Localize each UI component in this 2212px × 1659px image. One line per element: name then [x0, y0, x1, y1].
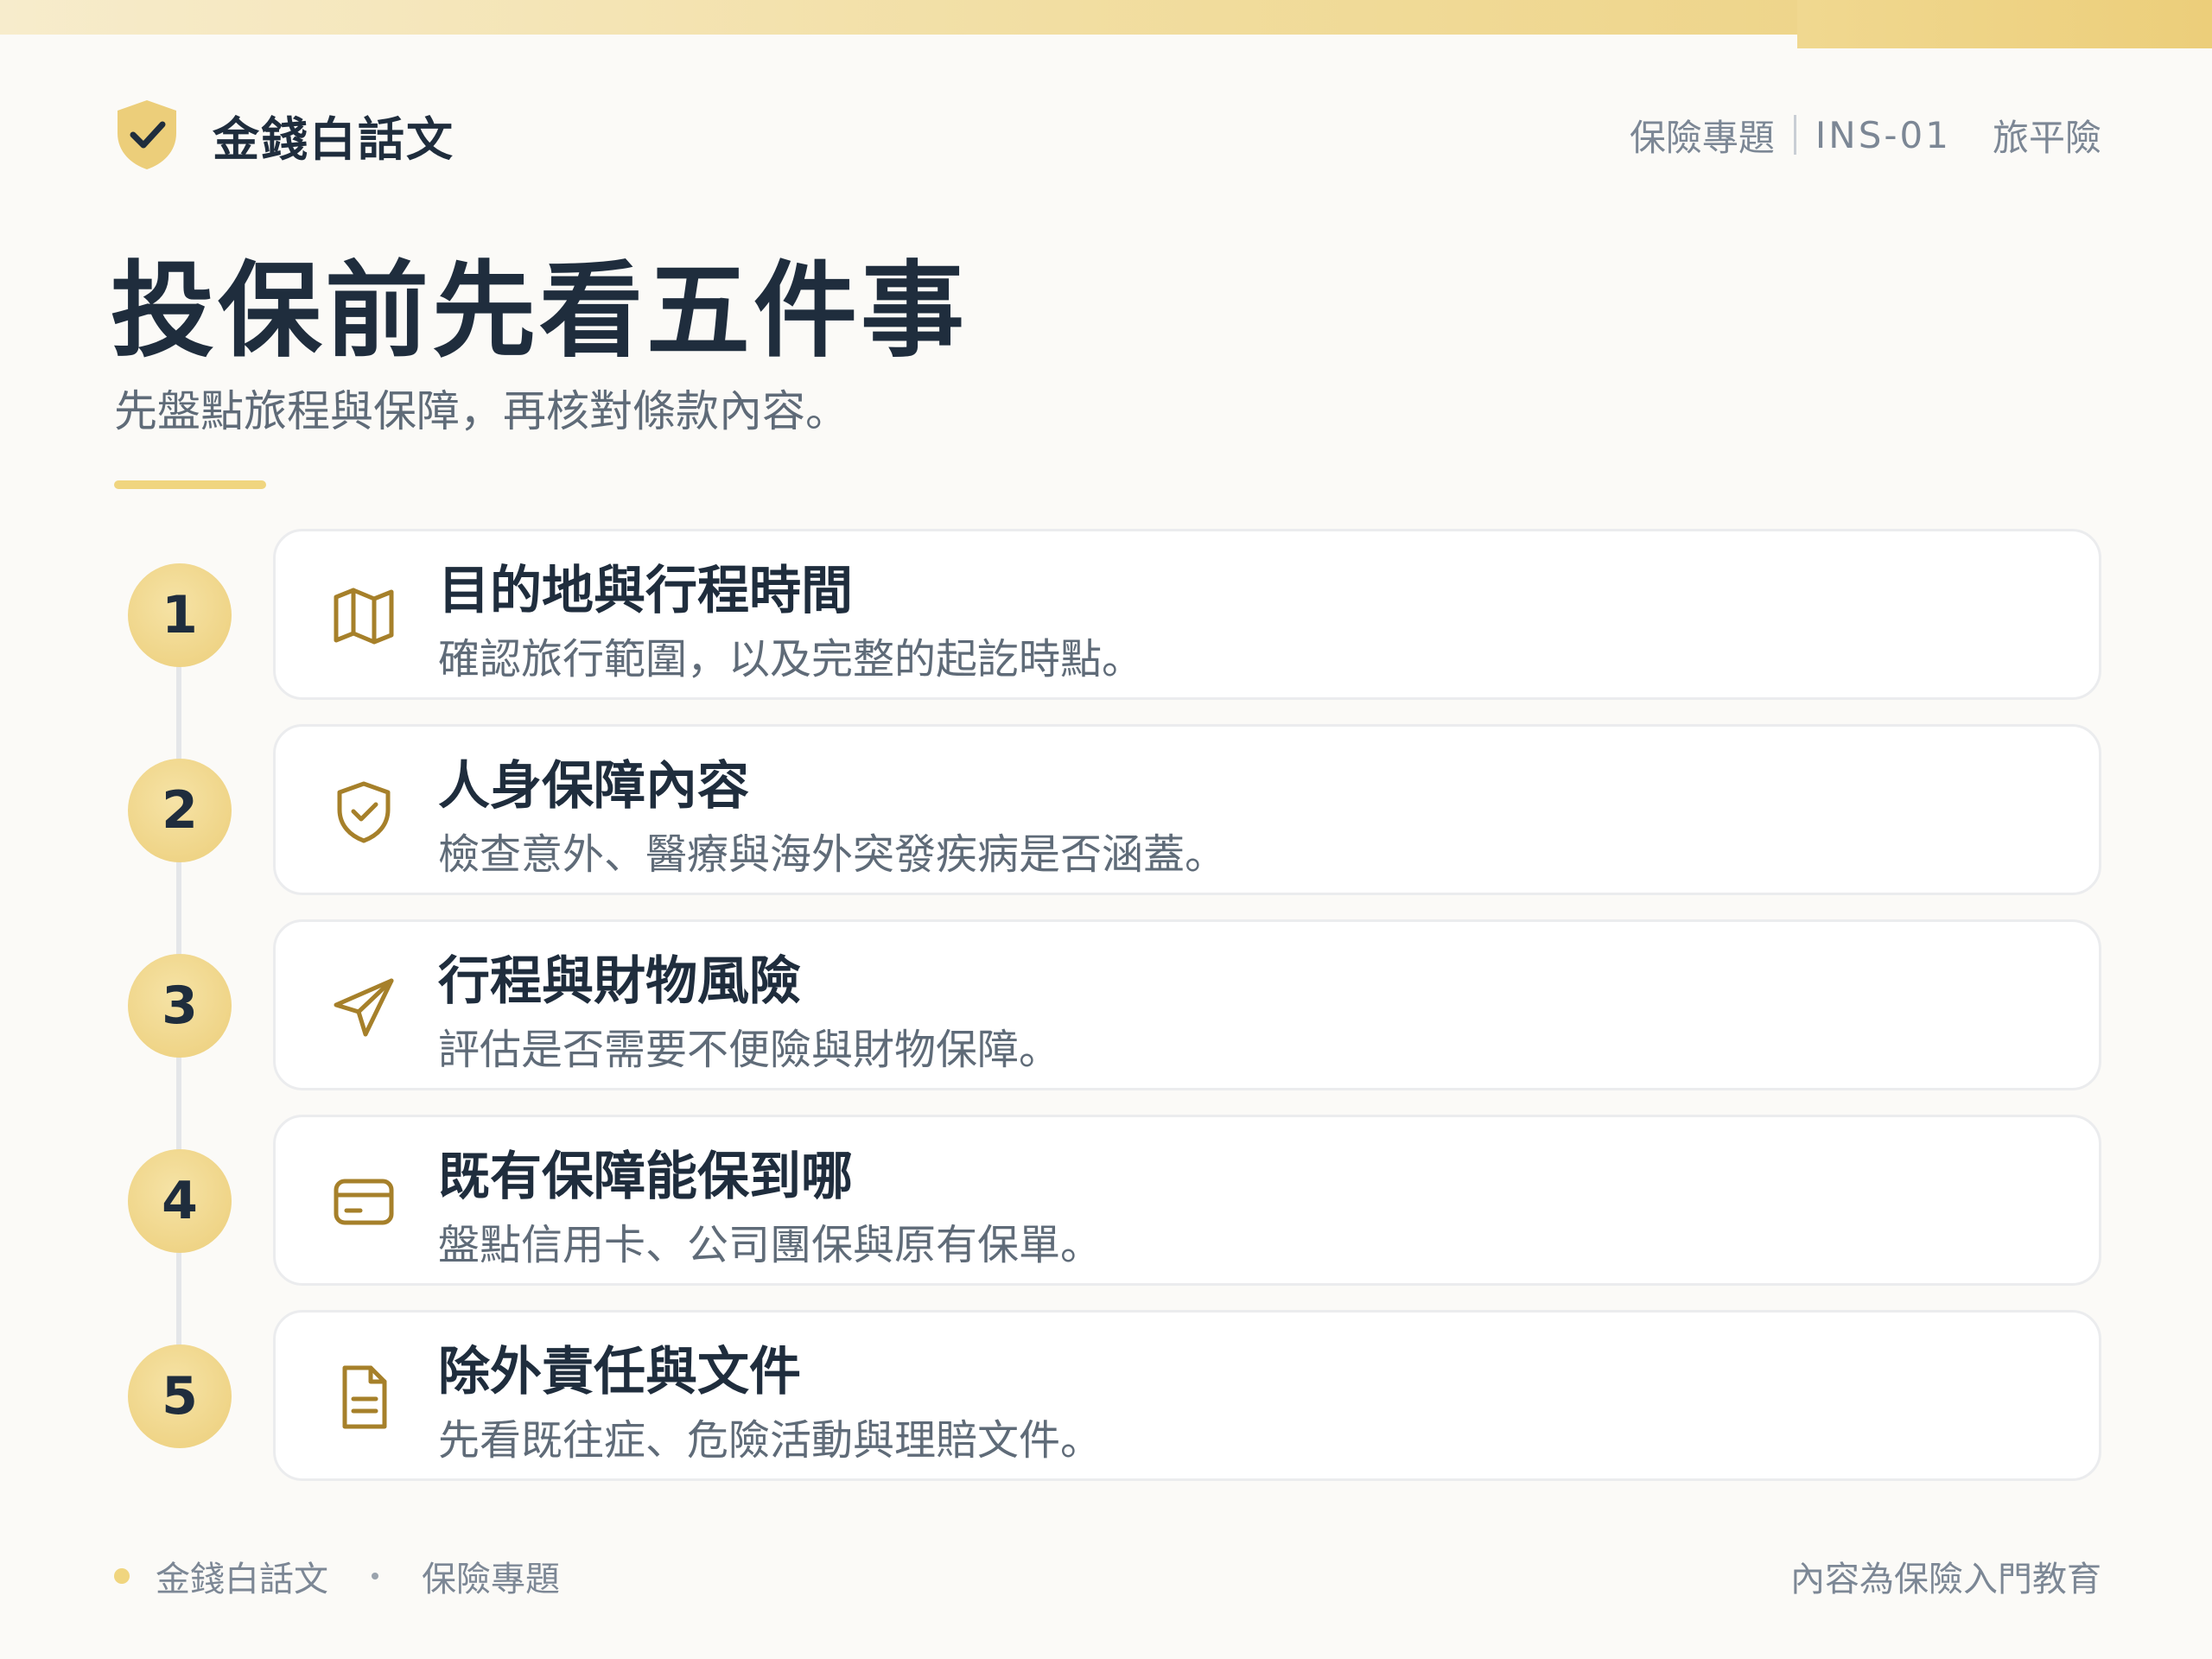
step-number: 5	[128, 1344, 232, 1448]
brand-name: 金錢白話文	[213, 111, 454, 167]
footer: 金錢白話文 保險專題 內容為保險入門教育	[114, 1550, 2101, 1602]
map-icon	[334, 588, 394, 645]
step-title: 除外責任與文件	[438, 1342, 801, 1402]
step-card: 行程與財物風險 評估是否需要不便險與財物保障。	[273, 919, 2101, 1090]
brand: 金錢白話文	[114, 99, 454, 171]
footer-brand: 金錢白話文	[156, 1560, 328, 1599]
step-number: 3	[128, 954, 232, 1058]
credit-card-icon	[334, 1179, 394, 1225]
step-title: 目的地與行程時間	[438, 561, 853, 621]
step-description: 先看既往症、危險活動與理賠文件。	[438, 1416, 1103, 1465]
footer-separator	[372, 1573, 378, 1580]
page-title: 投保前先看五件事	[111, 251, 968, 372]
step-number: 2	[128, 759, 232, 862]
step-item: 3 行程與財物風險 評估是否需要不便險與財物保障。	[0, 919, 2212, 1092]
document-icon	[342, 1365, 387, 1429]
meta-code: INS-01	[1815, 113, 1951, 156]
header: 金錢白話文 保險專題 INS-01 旅平險	[114, 93, 2101, 176]
footer-topic: 保險專題	[422, 1560, 560, 1599]
meta-divider	[1793, 115, 1796, 155]
step-card: 目的地與行程時間 確認旅行範圍，以及完整的起訖時點。	[273, 529, 2101, 700]
meta-topic: 保險專題	[1629, 116, 1775, 159]
step-title: 人身保障內容	[438, 756, 749, 817]
step-description: 評估是否需要不便險與財物保障。	[438, 1026, 1061, 1074]
step-card: 既有保障能保到哪 盤點信用卡、公司團保與原有保單。	[273, 1115, 2101, 1286]
step-item: 5 除外責任與文件 先看既往症、危險活動與理賠文件。	[0, 1310, 2212, 1483]
shield-check-icon	[337, 781, 391, 843]
title-divider	[114, 480, 266, 489]
step-item: 4 既有保障能保到哪 盤點信用卡、公司團保與原有保單。	[0, 1115, 2212, 1287]
footer-left: 金錢白話文 保險專題	[114, 1551, 560, 1601]
step-description: 盤點信用卡、公司團保與原有保單。	[438, 1221, 1103, 1269]
meta-type: 旅平險	[1992, 116, 2101, 159]
step-item: 2 人身保障內容 檢查意外、醫療與海外突發疾病是否涵蓋。	[0, 724, 2212, 897]
step-card: 人身保障內容 檢查意外、醫療與海外突發疾病是否涵蓋。	[273, 724, 2101, 895]
step-number: 4	[128, 1149, 232, 1253]
footer-dot	[114, 1568, 130, 1584]
footer-note: 內容為保險入門教育	[1790, 1560, 2101, 1599]
top-accent-bar-highlight	[1797, 0, 2212, 48]
step-description: 確認旅行範圍，以及完整的起訖時點。	[438, 635, 1144, 683]
step-title: 行程與財物風險	[438, 951, 801, 1012]
step-item: 1 目的地與行程時間 確認旅行範圍，以及完整的起訖時點。	[0, 529, 2212, 702]
send-icon	[334, 978, 394, 1037]
topic-meta: 保險專題 INS-01 旅平險	[1630, 109, 2101, 162]
step-description: 檢查意外、醫療與海外突發疾病是否涵蓋。	[438, 830, 1227, 879]
shield-check-logo-icon	[118, 100, 176, 169]
step-number: 1	[128, 563, 232, 667]
step-title: 既有保障能保到哪	[438, 1147, 853, 1207]
step-card: 除外責任與文件 先看既往症、危險活動與理賠文件。	[273, 1310, 2101, 1481]
page-subtitle: 先盤點旅程與保障，再核對條款內容。	[114, 386, 849, 436]
